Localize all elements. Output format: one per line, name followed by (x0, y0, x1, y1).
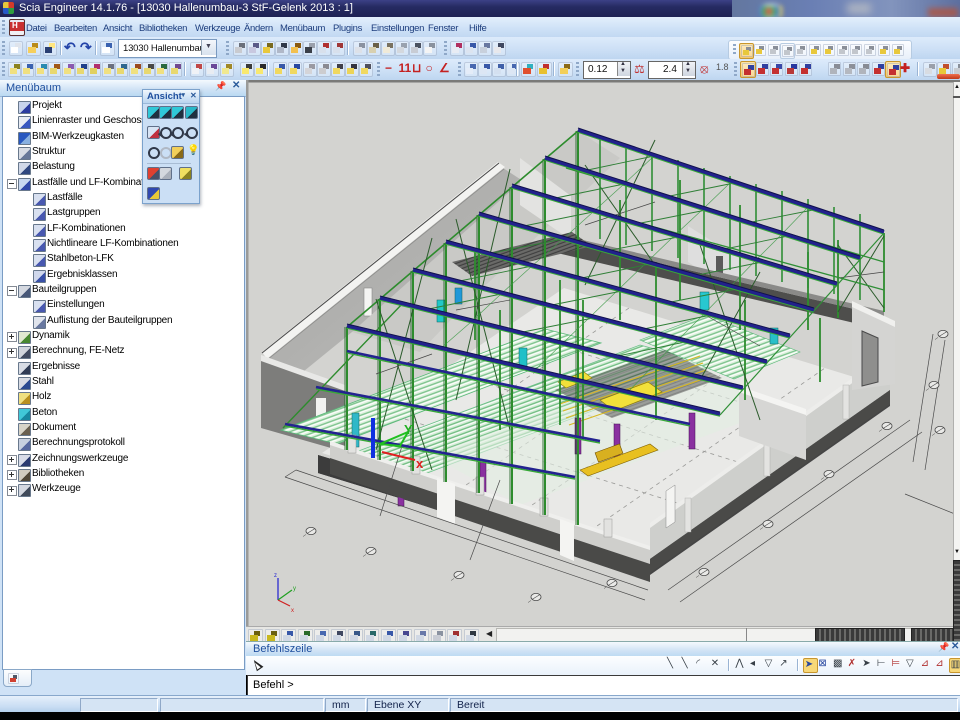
svg-text:Y: Y (404, 422, 413, 437)
svg-text:y: y (293, 586, 296, 592)
svg-text:x: x (291, 608, 294, 614)
svg-text:x: x (416, 456, 424, 471)
svg-text:z: z (274, 573, 277, 579)
